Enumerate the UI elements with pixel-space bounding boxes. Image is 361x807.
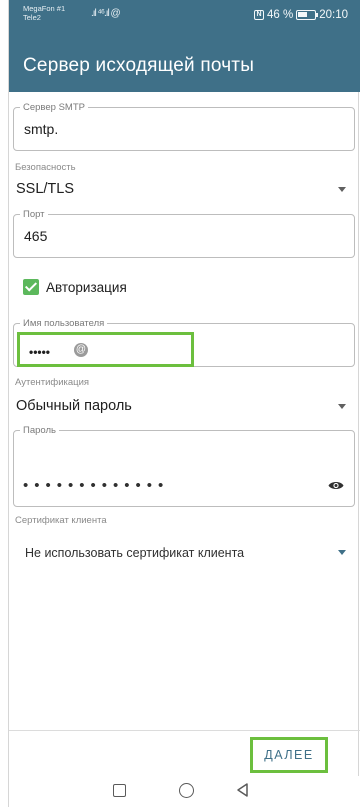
carrier-1: MegaFon #1 (23, 4, 66, 13)
caret-down-icon (338, 404, 346, 409)
authorization-checkbox[interactable] (23, 279, 39, 295)
app-bar: Сервер исходящей почты (9, 40, 360, 92)
page-title: Сервер исходящей почты (23, 55, 255, 76)
authentication-select[interactable]: Обычный пароль (9, 389, 360, 421)
caret-down-icon (338, 187, 346, 192)
carrier-2: Tele2 (23, 13, 41, 22)
system-nav-bar (9, 776, 360, 807)
nfc-icon: N (254, 10, 264, 20)
battery-icon (296, 10, 319, 20)
status-right: N 46 % 20:10 (254, 9, 348, 21)
password-label: Пароль (20, 425, 59, 436)
smtp-server-field[interactable]: Сервер SMTP smtp. (13, 102, 355, 151)
next-button[interactable]: ДАЛЕЕ (250, 737, 328, 773)
security-value: SSL/TLS (16, 181, 75, 197)
back-triangle-icon[interactable] (235, 782, 251, 798)
client-certificate-value: Не использовать сертификат клиента (25, 546, 245, 560)
smtp-server-input[interactable]: smtp. (24, 121, 58, 137)
caret-down-icon (338, 550, 346, 555)
carrier-info: MegaFon #1 Tele2 (23, 4, 65, 22)
authentication-label: Аутентификация (15, 377, 90, 388)
password-input[interactable]: ••••••••••••• (23, 477, 169, 494)
client-certificate-label: Сертификат клиента (15, 515, 107, 526)
eye-icon[interactable] (328, 480, 344, 491)
footer-divider (9, 730, 360, 731)
square-icon[interactable] (113, 784, 126, 797)
battery-percent: 46 % (267, 9, 294, 21)
clock: 20:10 (319, 9, 348, 21)
port-label: Порт (20, 209, 48, 220)
security-select[interactable]: SSL/TLS (9, 172, 360, 202)
circle-icon[interactable] (179, 783, 194, 798)
client-certificate-select[interactable]: Не использовать сертификат клиента (9, 538, 360, 568)
username-highlight (17, 332, 194, 367)
authentication-value: Обычный пароль (16, 398, 132, 414)
authorization-label[interactable]: Авторизация (46, 280, 127, 295)
port-field[interactable]: Порт 465 (13, 209, 355, 258)
status-bar: MegaFon #1 Tele2 .ıl ⁴⁶.ıl @ N 46 % 20:1… (9, 0, 360, 40)
screen-frame: MegaFon #1 Tele2 .ıl ⁴⁶.ıl @ N 46 % 20:1… (8, 0, 360, 807)
signal-icon: .ıl ⁴⁶.ıl @ (91, 8, 121, 19)
smtp-server-label: Сервер SMTP (20, 102, 88, 113)
port-input[interactable]: 465 (24, 228, 47, 244)
username-label: Имя пользователя (20, 318, 108, 329)
password-field[interactable]: Пароль (13, 425, 355, 507)
